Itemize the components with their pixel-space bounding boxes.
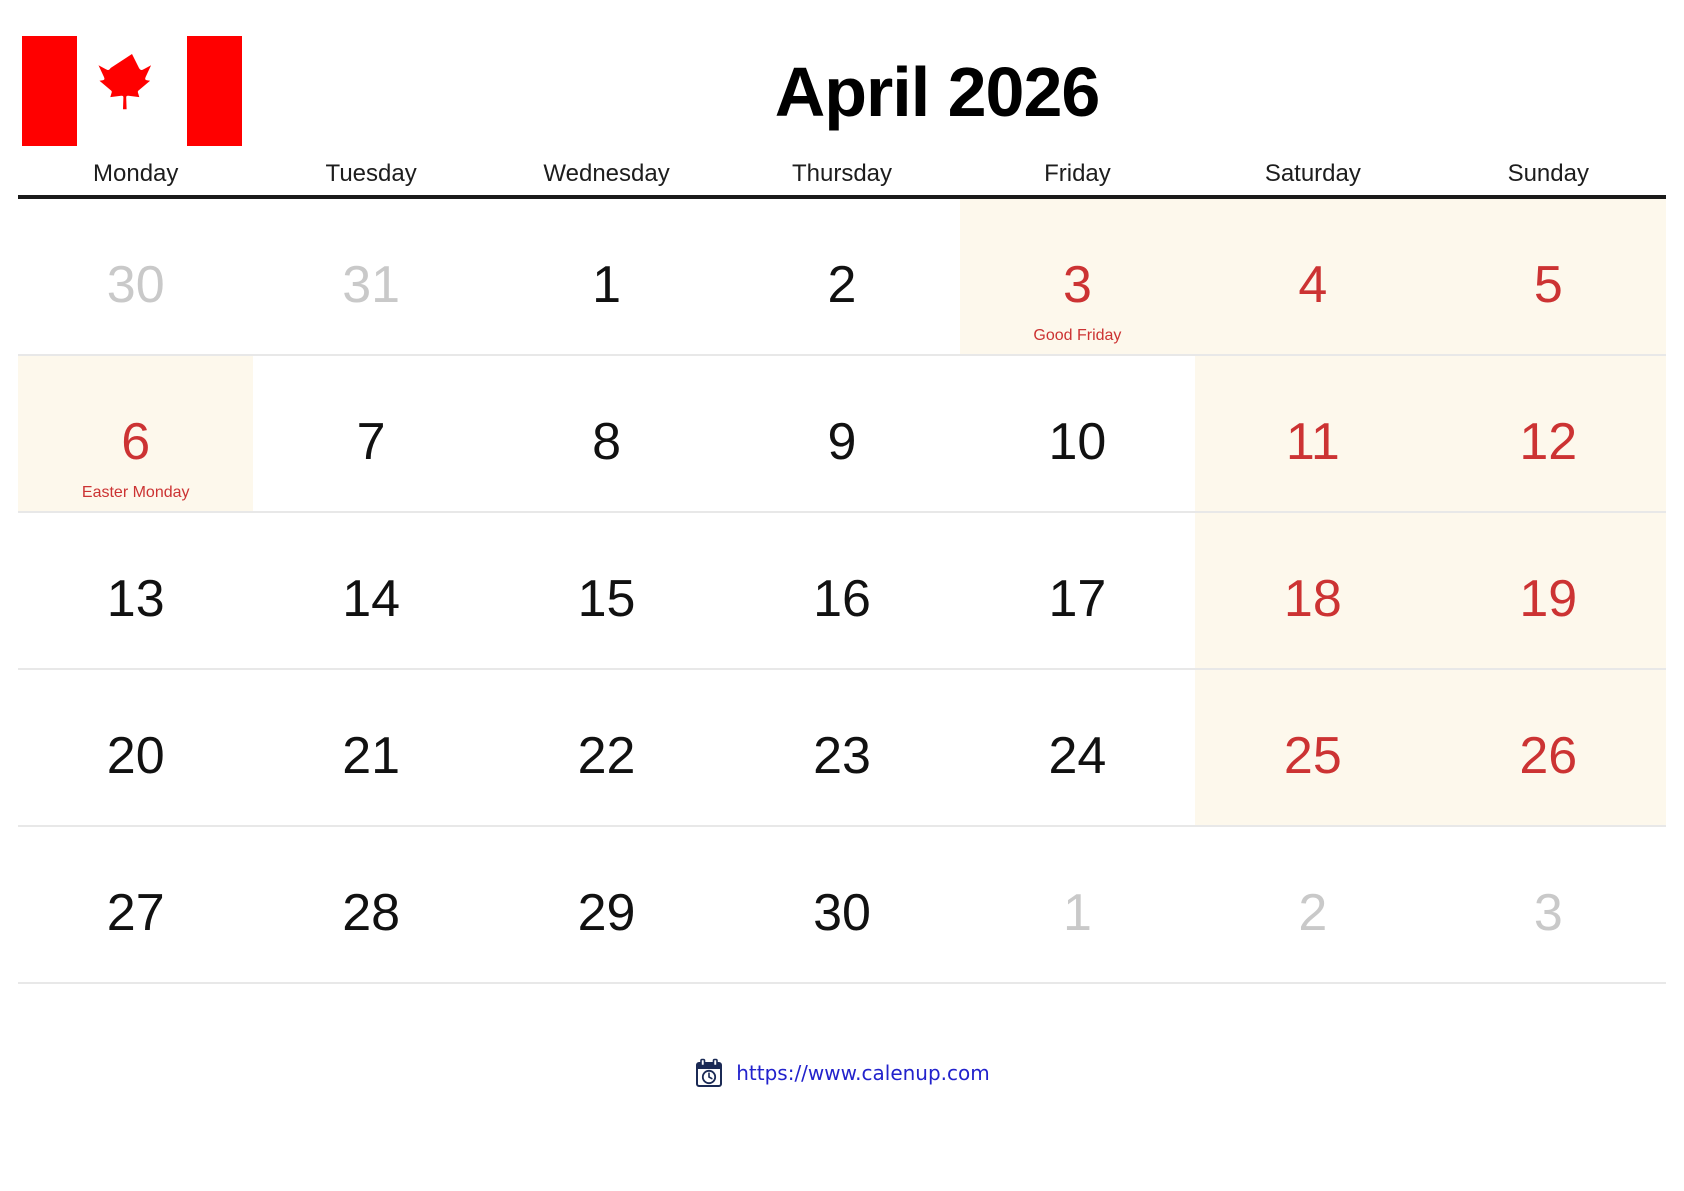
day-number: 1 xyxy=(1062,884,1092,942)
day-cell[interactable]: 14 xyxy=(253,513,488,668)
day-number: 28 xyxy=(342,884,401,942)
day-cell[interactable]: 11 xyxy=(1195,356,1431,511)
day-cell[interactable]: 20 xyxy=(18,670,253,825)
day-cell[interactable]: 19 xyxy=(1430,513,1666,668)
page-title: April 2026 xyxy=(774,53,1101,131)
day-cell[interactable]: 27 xyxy=(18,827,253,982)
day-number: 23 xyxy=(813,727,871,785)
day-cell[interactable]: 16 xyxy=(724,513,959,668)
day-number: 9 xyxy=(827,413,857,471)
day-cell[interactable]: 30 xyxy=(724,827,959,982)
day-cell[interactable]: 1 xyxy=(489,199,724,354)
day-cell[interactable]: 13 xyxy=(18,513,253,668)
day-cell[interactable]: 22 xyxy=(489,670,724,825)
weekday-header-thursday: Thursday xyxy=(791,160,893,187)
week-row: 13 14 15 16 17 18 19 xyxy=(18,513,1666,670)
day-number: 27 xyxy=(106,884,165,942)
day-number: 11 xyxy=(1285,413,1340,471)
day-cell[interactable]: 3 xyxy=(1431,827,1666,982)
day-number: 21 xyxy=(342,727,401,785)
day-cell[interactable]: 28 xyxy=(253,827,488,982)
day-cell[interactable]: 5 xyxy=(1430,199,1666,354)
day-number: 8 xyxy=(592,413,622,471)
day-cell[interactable]: 10 xyxy=(960,356,1195,511)
day-number: 17 xyxy=(1048,570,1107,628)
footer: https://www.calenup.com xyxy=(0,1058,1684,1088)
day-cell[interactable]: 23 xyxy=(724,670,959,825)
weekday-header-friday: Friday xyxy=(1044,160,1111,187)
weekday-header-tuesday: Tuesday xyxy=(325,160,417,187)
day-cell[interactable]: 2 xyxy=(1195,827,1430,982)
day-cell[interactable]: 4 xyxy=(1195,199,1431,354)
day-cell[interactable]: 21 xyxy=(253,670,488,825)
day-number: 20 xyxy=(106,727,165,785)
day-number: 6 xyxy=(121,413,151,471)
day-number: 13 xyxy=(106,570,165,628)
day-cell[interactable]: 1 xyxy=(960,827,1195,982)
day-cell[interactable]: 26 xyxy=(1430,670,1666,825)
day-cell[interactable]: 2 xyxy=(724,199,959,354)
day-number: 24 xyxy=(1048,727,1107,785)
day-number: 31 xyxy=(342,256,401,314)
calendar-weeks: 30 31 1 2 3 Good Friday 4 5 6 Easter Monday 7 8 9 10 1… xyxy=(18,199,1666,984)
calendar-grid: Monday Tuesday Wednesday Thursday Friday Satu… xyxy=(18,160,1666,984)
day-number: 26 xyxy=(1519,727,1578,785)
day-cell[interactable]: 29 xyxy=(489,827,724,982)
day-number: 30 xyxy=(106,256,165,314)
day-number: 5 xyxy=(1533,256,1563,314)
day-number: 14 xyxy=(342,570,401,628)
day-cell[interactable]: 15 xyxy=(489,513,724,668)
weekday-header-monday: Monday xyxy=(93,160,179,187)
site-url-link[interactable]: https://www.calenup.com xyxy=(736,1061,990,1085)
holiday-label: Good Friday xyxy=(1033,327,1122,344)
day-number: 29 xyxy=(577,884,636,942)
day-number: 16 xyxy=(813,570,871,628)
day-number: 30 xyxy=(813,884,871,942)
week-row: 6 Easter Monday 7 8 9 10 11 12 xyxy=(18,356,1666,513)
day-number: 19 xyxy=(1519,570,1578,628)
day-number: 2 xyxy=(1298,884,1328,942)
day-number: 2 xyxy=(827,256,857,314)
calendar-clock-icon xyxy=(694,1058,724,1088)
day-number: 25 xyxy=(1283,727,1342,785)
day-number: 18 xyxy=(1283,570,1342,628)
day-cell[interactable]: 17 xyxy=(960,513,1195,668)
day-number: 7 xyxy=(356,413,386,471)
day-number: 15 xyxy=(577,570,636,628)
week-row: 30 31 1 2 3 Good Friday 4 5 xyxy=(18,199,1666,356)
day-number: 12 xyxy=(1519,413,1578,471)
weekday-header-saturday: Saturday xyxy=(1264,160,1361,187)
day-cell[interactable]: 8 xyxy=(489,356,724,511)
day-number: 22 xyxy=(577,727,636,785)
day-cell[interactable]: 18 xyxy=(1195,513,1431,668)
day-cell[interactable]: 24 xyxy=(960,670,1195,825)
holiday-label: Easter Monday xyxy=(81,484,190,501)
day-cell[interactable]: 25 xyxy=(1195,670,1431,825)
day-cell[interactable]: 3 Good Friday xyxy=(959,199,1196,354)
weekday-header-sunday: Sunday xyxy=(1507,160,1589,187)
day-number: 1 xyxy=(592,256,622,314)
day-cell[interactable]: 30 xyxy=(18,199,253,354)
day-number: 3 xyxy=(1533,884,1563,942)
day-cell[interactable]: 9 xyxy=(724,356,959,511)
weekday-header-row: Monday Tuesday Wednesday Thursday Friday Satu… xyxy=(18,160,1666,199)
day-cell[interactable]: 6 Easter Monday xyxy=(18,356,254,511)
day-number: 4 xyxy=(1298,256,1328,314)
weekday-header-wednesday: Wednesday xyxy=(543,160,670,187)
day-cell[interactable]: 7 xyxy=(253,356,488,511)
page-header: April 2026 xyxy=(0,0,1684,160)
week-row: 27 28 29 30 1 2 3 xyxy=(18,827,1666,984)
day-cell[interactable]: 12 xyxy=(1430,356,1666,511)
week-row: 20 21 22 23 24 25 26 xyxy=(18,670,1666,827)
day-number: 3 xyxy=(1062,256,1092,314)
day-cell[interactable]: 31 xyxy=(253,199,488,354)
day-number: 10 xyxy=(1048,413,1107,471)
